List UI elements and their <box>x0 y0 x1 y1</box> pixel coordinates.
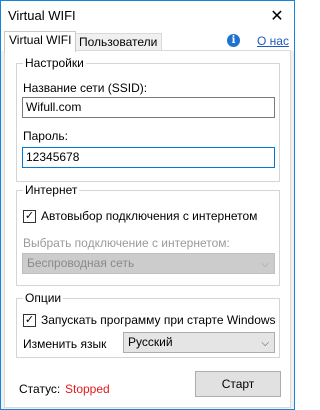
info-icon[interactable]: i <box>227 34 240 47</box>
ssid-input[interactable]: Wifull.com <box>22 97 275 118</box>
status-label: Статус: <box>19 382 61 396</box>
tab-users[interactable]: Пользователи <box>74 33 163 51</box>
language-label: Изменить язык <box>23 337 107 351</box>
about-link[interactable]: О нас <box>257 34 289 48</box>
tab-virtual-wifi[interactable]: Virtual WIFI <box>4 31 77 52</box>
main-panel: Настройки Название сети (SSID): Wifull.c… <box>4 50 291 408</box>
tab-strip: Virtual WIFI Пользователи <box>1 31 294 52</box>
auto-connection-label: Автовыбор подключения с интернетом <box>41 209 258 223</box>
internet-group: Интернет ✓ Автовыбор подключения с интер… <box>16 183 280 286</box>
title-bar: Virtual WIFI ✕ <box>1 1 294 31</box>
language-select[interactable]: Русский ⌵ <box>123 332 275 353</box>
close-icon[interactable]: ✕ <box>260 1 294 31</box>
settings-group-title: Настройки <box>23 56 86 70</box>
startup-checkbox[interactable]: ✓ <box>23 314 36 327</box>
language-select-value: Русский <box>128 335 173 349</box>
window-title: Virtual WIFI <box>8 8 76 23</box>
settings-group: Настройки Название сети (SSID): Wifull.c… <box>16 56 280 182</box>
connection-select: Беспроводная сеть ⌵ <box>22 253 275 274</box>
connection-select-value: Беспроводная сеть <box>27 256 135 270</box>
choose-connection-label: Выбрать подключение с интернетом: <box>23 236 230 250</box>
chevron-down-icon: ⌵ <box>261 338 269 349</box>
start-button[interactable]: Старт <box>195 371 281 397</box>
status-value: Stopped <box>65 382 110 396</box>
password-label: Пароль: <box>23 129 68 143</box>
startup-label: Запускать программу при старте Windows <box>41 313 276 327</box>
internet-group-title: Интернет <box>23 183 80 197</box>
auto-connection-checkbox[interactable]: ✓ <box>23 210 36 223</box>
password-input[interactable]: 12345678 <box>22 147 275 168</box>
chevron-down-icon: ⌵ <box>261 259 269 270</box>
ssid-label: Название сети (SSID): <box>23 81 148 95</box>
app-window: Virtual WIFI ✕ Virtual WIFI Пользователи… <box>0 0 295 410</box>
options-group: Опции ✓ Запускать программу при старте W… <box>16 291 280 358</box>
options-group-title: Опции <box>23 291 64 305</box>
